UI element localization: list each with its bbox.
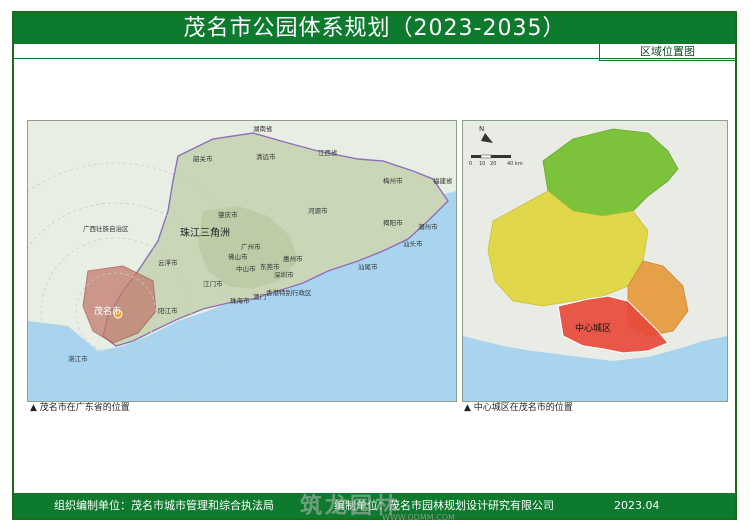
right-map-caption: ▲ 中心城区在茂名市的位置 <box>464 403 573 413</box>
label-jieyang: 揭阳市 <box>383 218 403 227</box>
label-qingyuan: 清远市 <box>256 152 276 161</box>
scale-tick-40: 40 <box>507 161 513 167</box>
footer-organizer: 组织编制单位：茂名市城市管理和综合执法局 <box>54 499 274 512</box>
label-foshan: 佛山市 <box>228 252 248 261</box>
label-maoming: 茂名市 <box>94 305 121 317</box>
scale-tick-20: 20 <box>490 161 496 167</box>
label-meizhou: 梅州市 <box>383 176 403 185</box>
page-title: 茂名市公园体系规划（2023-2035） <box>183 16 566 41</box>
label-macau: 澳门 <box>253 292 266 301</box>
label-yangjiang: 阳江市 <box>158 306 178 315</box>
left-map-caption: ▲ 茂名市在广东省的位置 <box>30 403 130 413</box>
label-fujian: 福建省 <box>433 176 453 185</box>
province-map-svg: 湖南省 江西省 福建省 广西壮族自治区 韶关市 清远市 梅州市 河源市 肇庆市 … <box>28 121 456 401</box>
label-jiangxi: 江西省 <box>318 148 338 157</box>
label-guangxi: 广西壮族自治区 <box>83 224 129 233</box>
label-zhanjiang: 湛江市 <box>68 354 88 363</box>
scale-tick-10: 10 <box>479 161 485 167</box>
label-yunfu: 云浮市 <box>158 258 178 267</box>
label-heyuan: 河源市 <box>308 206 328 215</box>
watermark-url: WWW.ODMM.COM <box>382 513 455 522</box>
title-bar: 茂名市公园体系规划（2023-2035） <box>14 13 735 44</box>
label-huizhou: 惠州市 <box>283 254 303 263</box>
label-guangzhou: 广州市 <box>241 242 261 251</box>
label-shantou: 汕头市 <box>403 239 423 248</box>
subtitle-divider <box>14 58 735 59</box>
label-shanwei: 汕尾市 <box>358 262 378 271</box>
label-shaoguan: 韶关市 <box>193 154 213 163</box>
label-hunan: 湖南省 <box>253 124 273 133</box>
label-zhuhai: 珠海市 <box>230 296 250 305</box>
label-hongkong: 香港特别行政区 <box>266 288 312 297</box>
label-central-district: 中心城区 <box>575 322 611 334</box>
svg-text:N: N <box>479 125 484 133</box>
label-chaozhou: 潮州市 <box>418 222 438 231</box>
label-zhaoqing: 肇庆市 <box>218 210 238 219</box>
label-zhongshan: 中山市 <box>236 264 256 273</box>
scale-tick-0: 0 <box>469 161 472 167</box>
province-location-map: 湖南省 江西省 福建省 广西壮族自治区 韶关市 清远市 梅州市 河源市 肇庆市 … <box>27 120 457 402</box>
label-shenzhen: 深圳市 <box>274 270 294 279</box>
footer-date: 2023.04 <box>614 499 660 512</box>
city-location-map: 中心城区 N 0 10 20 40 km <box>462 120 728 402</box>
label-dongguan: 东莞市 <box>260 262 280 271</box>
label-pearl-river-delta: 珠江三角洲 <box>180 226 230 239</box>
scale-unit: km <box>515 161 523 167</box>
city-map-svg: 中心城区 N 0 10 20 40 km <box>463 121 727 401</box>
label-jiangmen: 江门市 <box>203 279 223 288</box>
